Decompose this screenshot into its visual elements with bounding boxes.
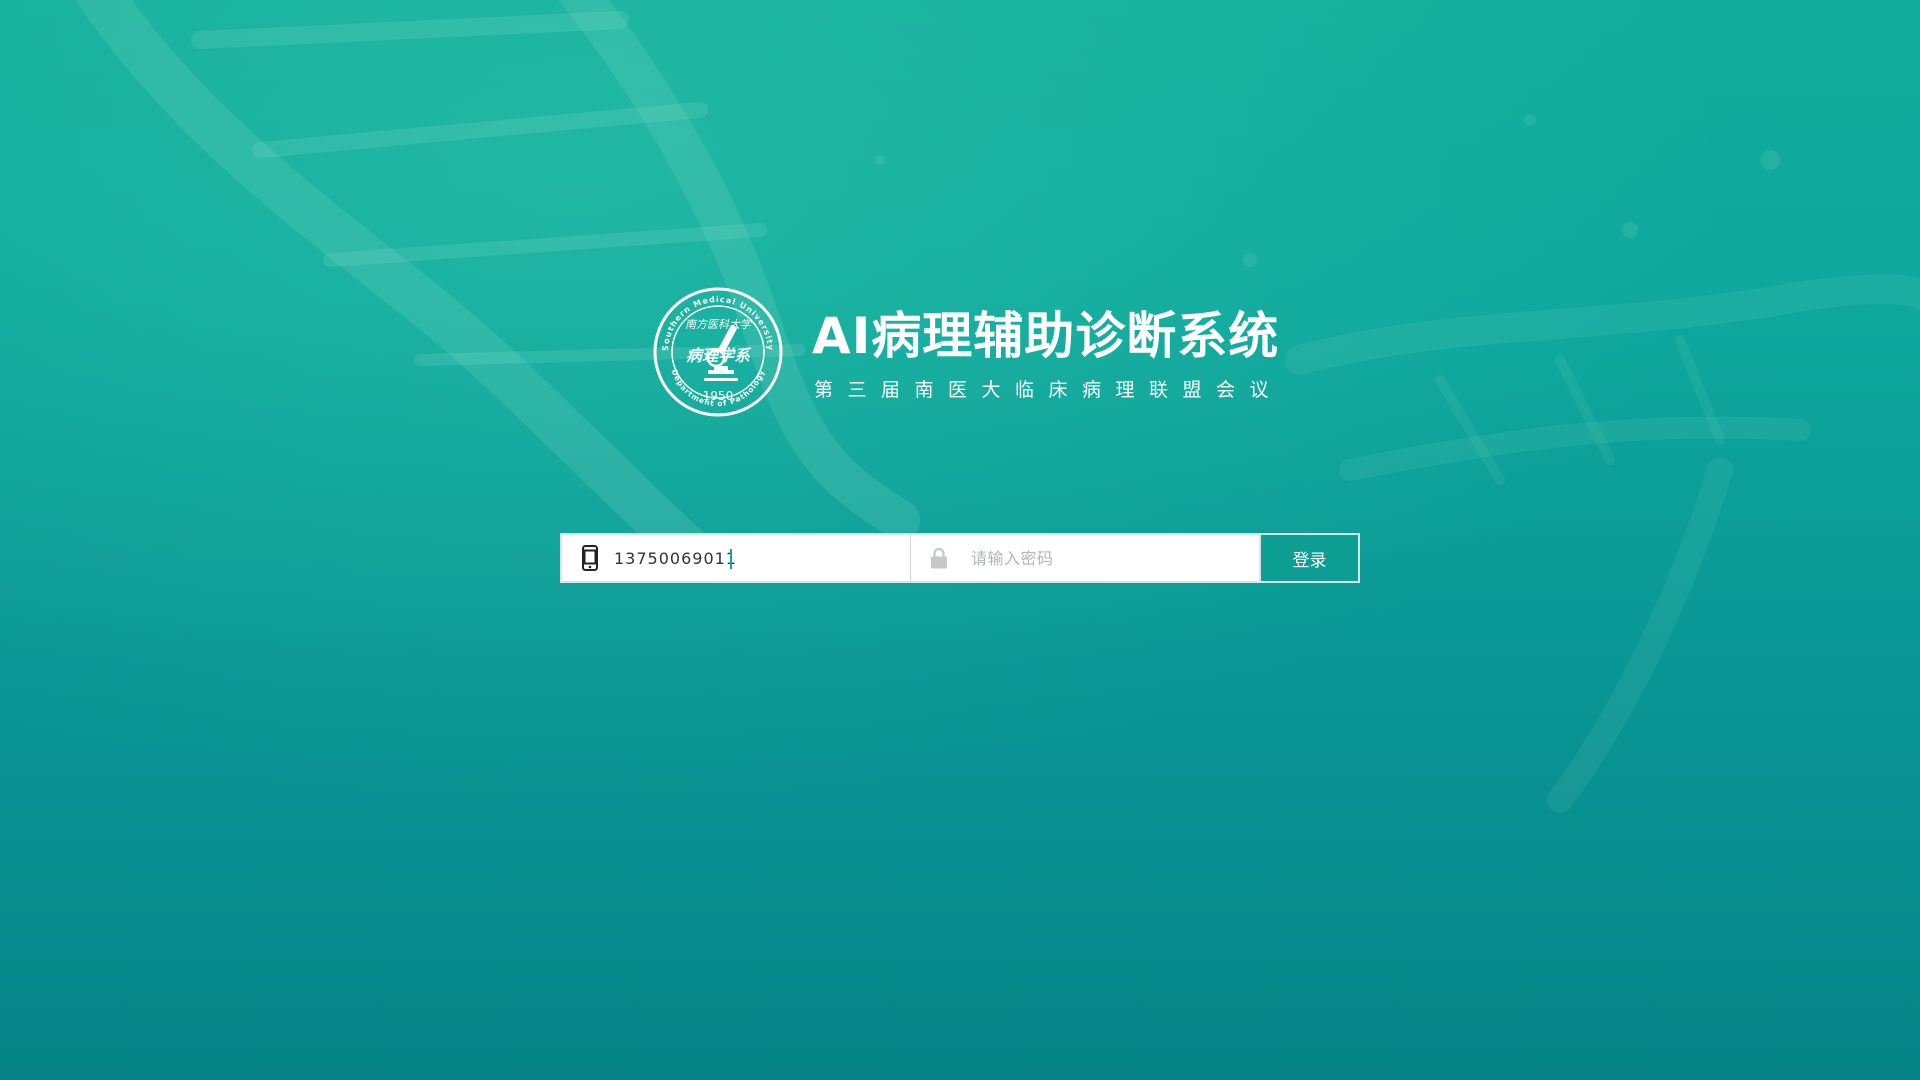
svg-text:病理学系: 病理学系 xyxy=(686,346,752,365)
phone-input[interactable] xyxy=(614,543,894,573)
page-title: AI病理辅助诊断系统 xyxy=(812,307,1280,365)
phone-field[interactable] xyxy=(560,533,911,583)
svg-text:1950: 1950 xyxy=(703,389,734,403)
mobile-phone-icon xyxy=(576,544,604,572)
lock-icon xyxy=(925,544,953,572)
page-subtitle: 第三届南医大临床病理联盟会议 xyxy=(814,379,1284,401)
brand-header: Southern Medical University Department o… xyxy=(652,286,1278,422)
svg-text:南方医科大学: 南方医科大学 xyxy=(685,318,753,331)
password-field[interactable] xyxy=(911,533,1259,583)
text-cursor xyxy=(730,549,732,569)
login-button[interactable]: 登录 xyxy=(1259,533,1360,583)
login-form: 登录 xyxy=(560,533,1360,583)
password-input[interactable] xyxy=(971,543,1251,573)
pathology-department-seal-logo: Southern Medical University Department o… xyxy=(653,287,783,417)
